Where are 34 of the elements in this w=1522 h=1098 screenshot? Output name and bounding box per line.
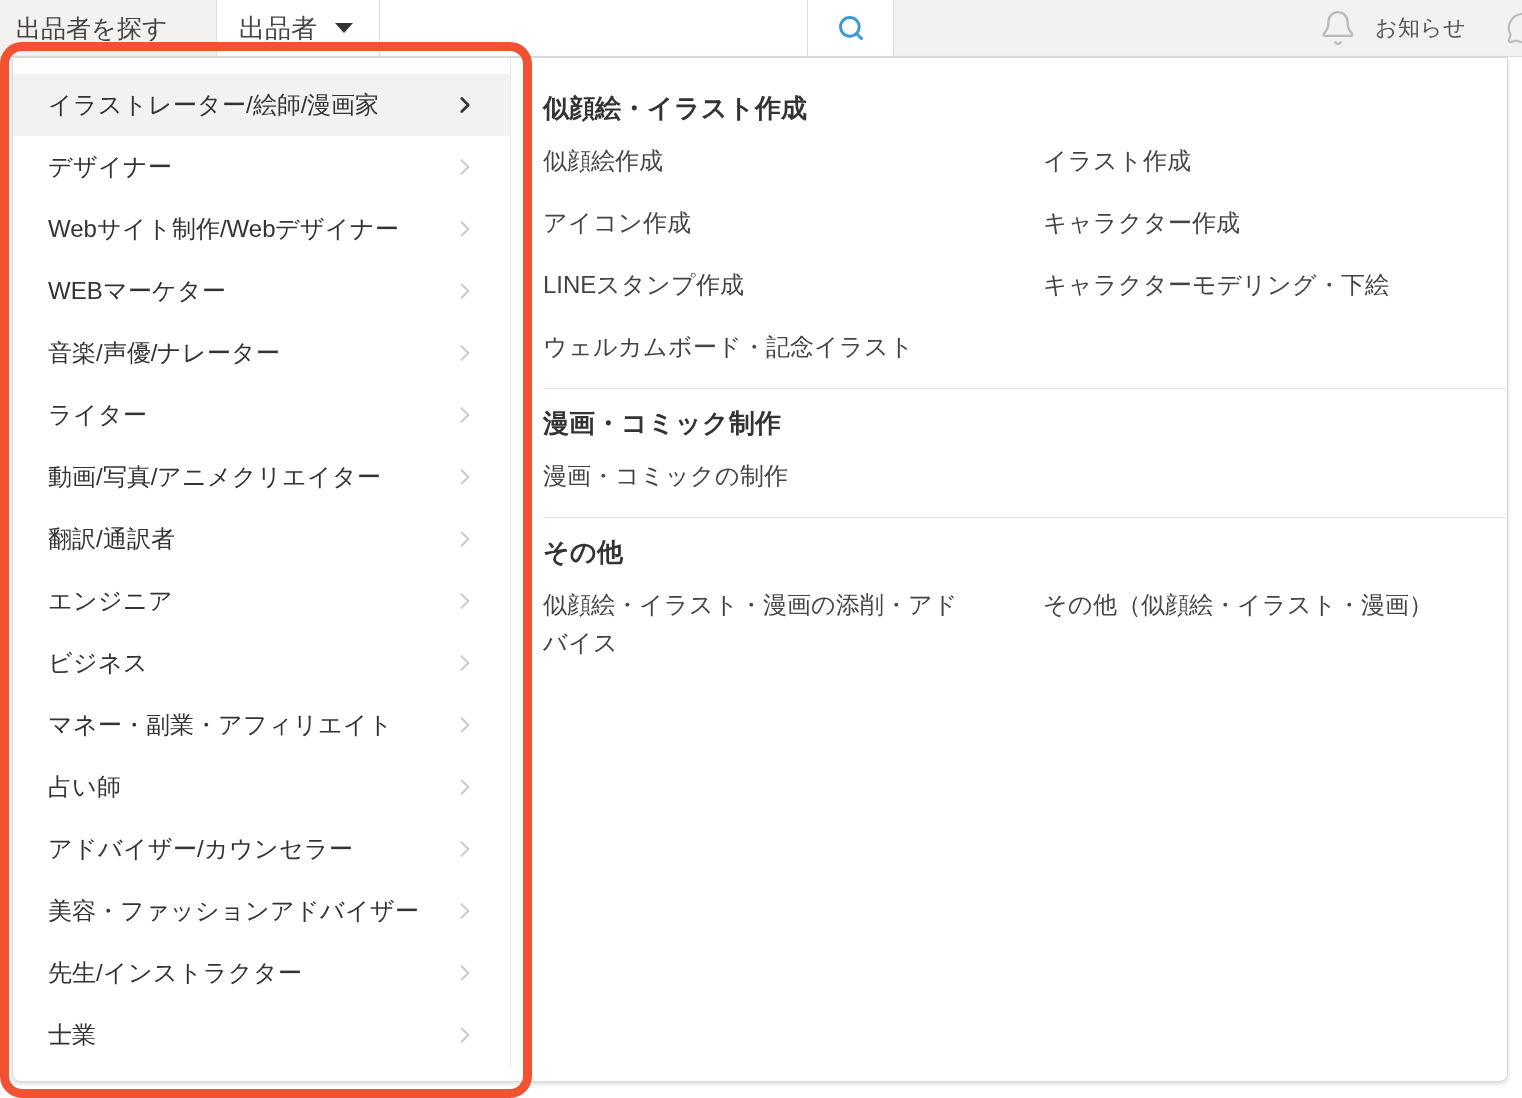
- category-menu-item[interactable]: エンジニア: [13, 570, 510, 632]
- subcategory-link[interactable]: その他（似顔絵・イラスト・漫画）: [1043, 574, 1503, 674]
- category-menu-item[interactable]: ライター: [13, 384, 510, 446]
- subcategory-link[interactable]: キャラクターモデリング・下絵: [1043, 254, 1503, 316]
- category-menu-item[interactable]: WEBマーケター: [13, 260, 510, 322]
- subcategory-link[interactable]: ウェルカムボード・記念イラスト: [543, 316, 1043, 378]
- category-menu-item[interactable]: 翻訳/通訳者: [13, 508, 510, 570]
- category-menu-item[interactable]: ビジネス: [13, 632, 510, 694]
- category-menu-item[interactable]: 音楽/声優/ナレーター: [13, 322, 510, 384]
- subcategory-link[interactable]: 漫画・コミックの制作: [543, 445, 1043, 507]
- subcategory-link[interactable]: イラスト作成: [1043, 130, 1503, 192]
- subcategory-link[interactable]: 似顔絵・イラスト・漫画の添削・アドバイス: [543, 574, 1043, 674]
- category-menu-item[interactable]: イラストレーター/絵師/漫画家: [13, 74, 510, 136]
- category-menu-item[interactable]: 士業: [13, 1004, 510, 1066]
- subcategory-link[interactable]: 似顔絵作成: [543, 130, 1043, 192]
- subcategory-link[interactable]: LINEスタンプ作成: [543, 254, 1043, 316]
- category-menu-item[interactable]: 占い師: [13, 756, 510, 818]
- notifications-link[interactable]: お知らせ: [1319, 0, 1506, 56]
- category-menu-item[interactable]: 先生/インストラクター: [13, 942, 510, 1004]
- subcategory-link[interactable]: キャラクター作成: [1043, 192, 1503, 254]
- section-heading: 漫画・コミック制作: [543, 406, 782, 440]
- category-menu-item[interactable]: 動画/写真/アニメクリエイター: [13, 446, 510, 508]
- search-input[interactable]: [380, 0, 808, 56]
- category-menu-item[interactable]: マネー・副業・アフィリエイト: [13, 694, 510, 756]
- category-menu-item[interactable]: アドバイザー/カウンセラー: [13, 818, 510, 880]
- category-menu-item[interactable]: デザイナー: [13, 136, 510, 198]
- category-menu-item[interactable]: Webサイト制作/Webデザイナー: [13, 198, 510, 260]
- search-icon: [836, 14, 865, 42]
- category-menu-item[interactable]: 美容・ファッションアドバイザー: [13, 880, 510, 942]
- subcategory-link[interactable]: アイコン作成: [543, 192, 1043, 254]
- section-heading: その他: [543, 535, 624, 569]
- search-button[interactable]: [808, 0, 894, 56]
- section-heading: 似顔絵・イラスト作成: [543, 91, 808, 125]
- caret-icon: [335, 23, 353, 33]
